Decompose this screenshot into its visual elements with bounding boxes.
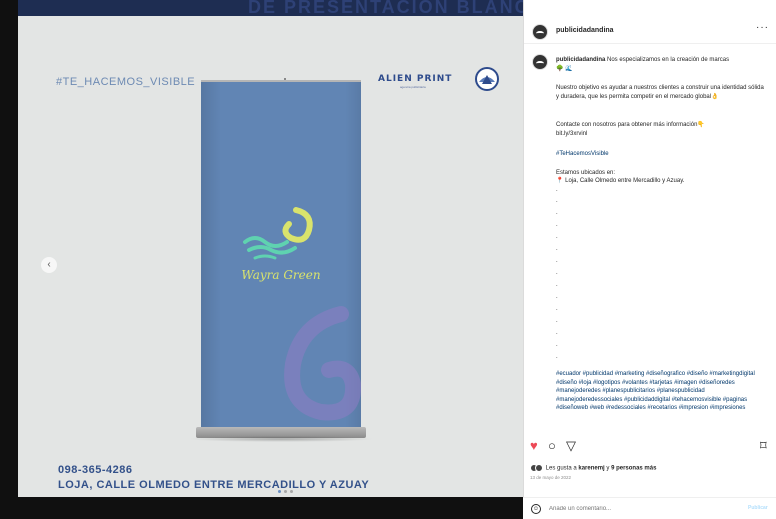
caption-text: Nos especializamos en la creación de mar… (607, 57, 730, 63)
likes-count[interactable]: 9 personas más (611, 466, 656, 472)
wayra-logo-icon (243, 207, 313, 260)
top-strip: DE PRESENTACION BLANCOS (18, 0, 523, 16)
carousel-dot (278, 490, 281, 493)
carousel-dots (278, 490, 293, 493)
banner-swirl-graphic (284, 306, 361, 421)
caption-paragraph: Nuestro objetivo es ayudar a nuestros cl… (556, 85, 764, 100)
post-sidebar: publicidadandina ··· publicidadandina No… (523, 0, 776, 497)
caption-first-line: publicidadandina Nos especializamos en l… (556, 56, 770, 74)
brand-emblem-icon (475, 67, 499, 91)
caption-hashtags[interactable]: #ecuador #publicidad #marketing #diseñog… (556, 370, 768, 413)
avatar[interactable] (532, 24, 548, 40)
chevron-left-icon: ‹ (47, 259, 51, 270)
caption-hashtag[interactable]: #TeHacemosVisible (556, 150, 768, 159)
previous-image-button[interactable]: ‹ (41, 257, 57, 273)
caption-area[interactable]: publicidadandina Nos especializamos en l… (524, 45, 776, 428)
post-header: publicidadandina ··· (524, 0, 776, 44)
address-text: LOJA, CALLE OLMEDO ENTRE MERCADILLO Y AZ… (58, 479, 370, 491)
phone-number: 098-365-4286 (58, 464, 133, 476)
avatar[interactable] (532, 54, 548, 70)
liker-avatars (530, 464, 544, 472)
more-options-button[interactable]: ··· (756, 22, 769, 33)
image-hashtag: #TE_HACEMOS_VISIBLE (56, 76, 196, 88)
comment-icon[interactable]: ○ (548, 438, 556, 453)
likes-summary[interactable]: Les gusta a karenemj y 9 personas más (530, 464, 656, 472)
post-image-panel: DE PRESENTACION BLANCOS #TE_HACEMOS_VISI… (18, 0, 523, 497)
comment-box: ☺ Publicar (523, 497, 776, 519)
post-date: 13 de mayo de 2022 (530, 475, 572, 480)
alien-print-logo: ALIEN PRINT agencia publicitaria (378, 64, 499, 96)
caption-emojis: 🌳 🌊 (556, 66, 573, 72)
emoji-icon[interactable]: ☺ (531, 504, 541, 514)
banner-brand-text: Wayra Green (241, 268, 321, 282)
location-value: 📍 Loja, Calle Olmedo entre Mercadillo y … (556, 178, 685, 184)
caption-link[interactable]: bit.ly/3xrvinl (556, 130, 768, 139)
caption-username[interactable]: publicidadandina (556, 57, 605, 63)
caption-paragraph: Contacte con nosotros para obtener más i… (556, 122, 705, 128)
share-icon[interactable]: ▽ (566, 438, 576, 454)
publish-button[interactable]: Publicar (748, 505, 768, 511)
carousel-dot (290, 490, 293, 493)
action-bar: ♥ ○ ▽ ⌑ (524, 436, 776, 456)
liker-username[interactable]: karenemj (578, 466, 604, 472)
header-username[interactable]: publicidadandina (556, 27, 614, 34)
heart-icon[interactable]: ♥ (530, 438, 538, 453)
top-strip-text: DE PRESENTACION BLANCOS (248, 0, 523, 16)
brand-name: ALIEN PRINT (378, 74, 453, 84)
carousel-dot (284, 490, 287, 493)
brand-subtitle: agencia publicitaria (400, 85, 426, 89)
comment-input[interactable] (549, 503, 729, 515)
rollup-banner: Wayra Green (201, 82, 361, 427)
post-modal: DE PRESENTACION BLANCOS #TE_HACEMOS_VISI… (0, 0, 776, 519)
bookmark-icon[interactable]: ⌑ (760, 438, 767, 454)
